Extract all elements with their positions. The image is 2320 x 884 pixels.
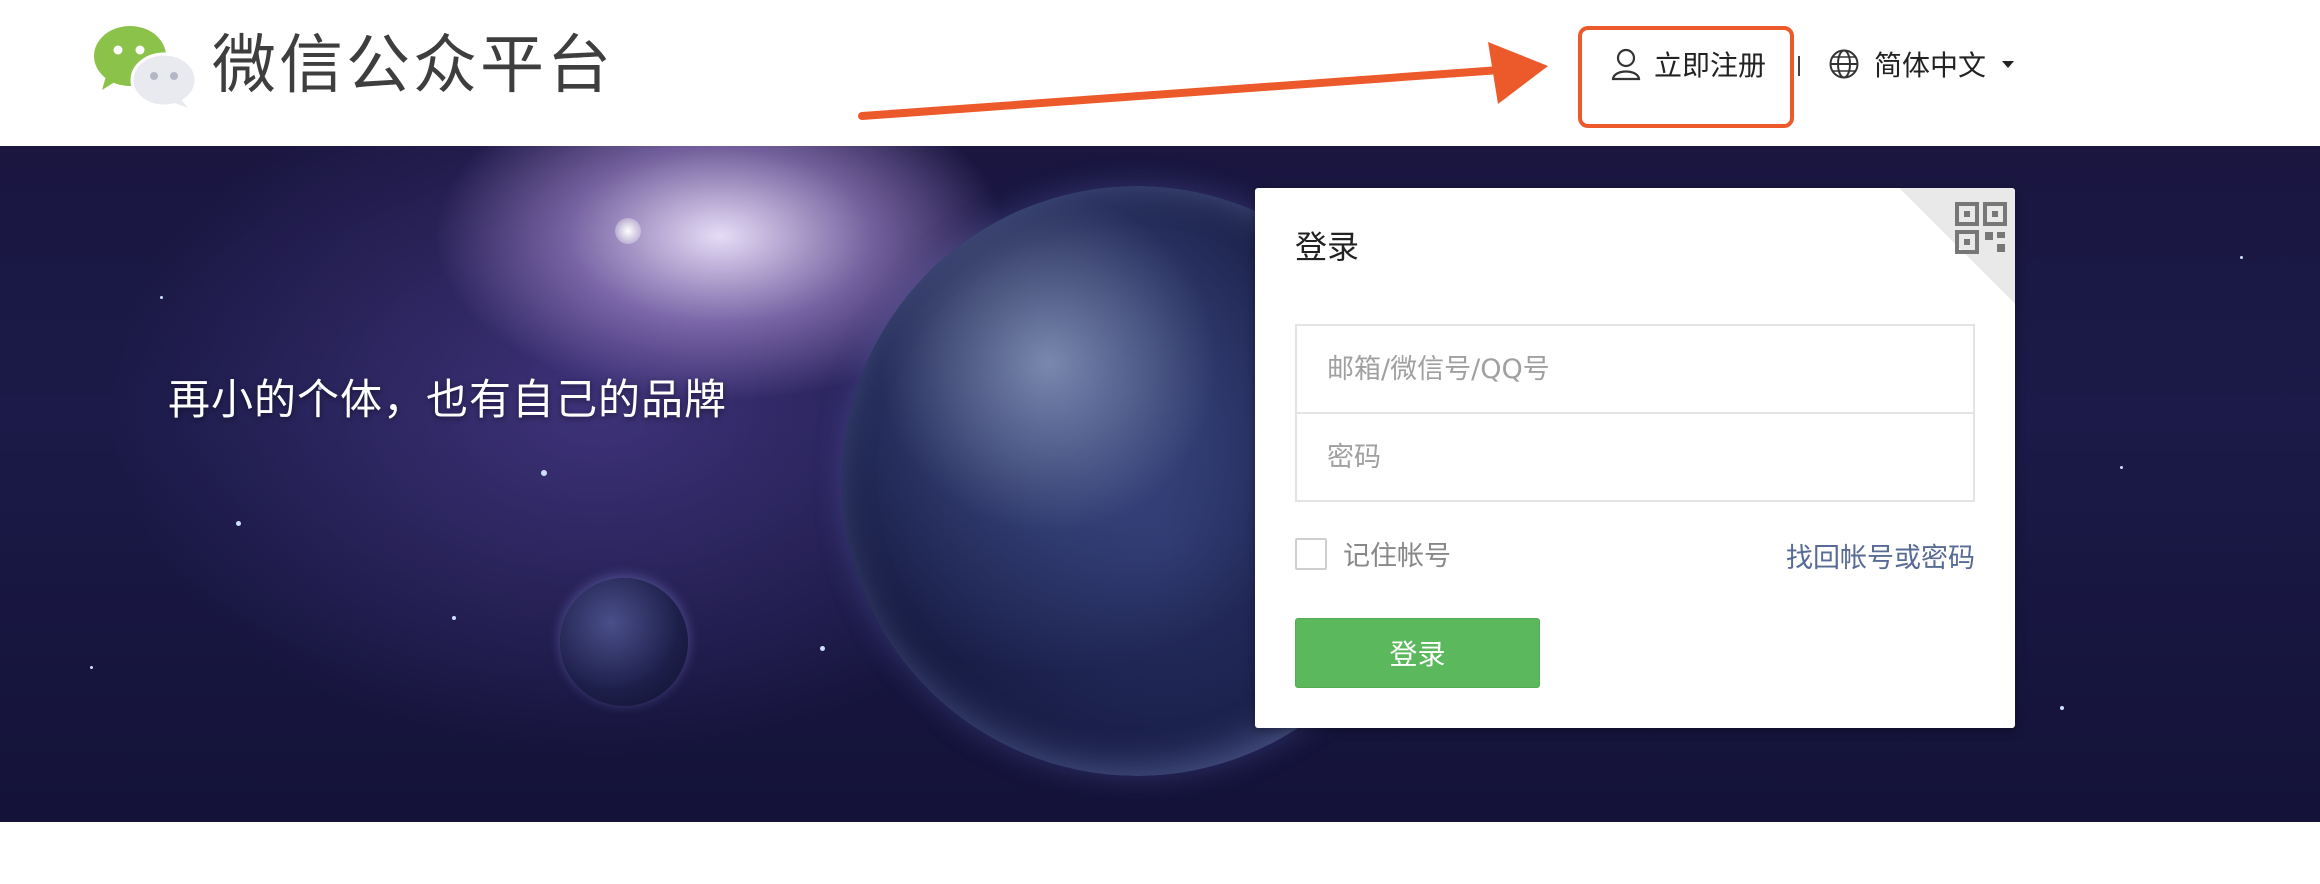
banner-slogan: 再小的个体，也有自己的品牌 (168, 375, 728, 424)
planet-small (560, 578, 688, 706)
remember-account-checkbox[interactable]: 记住帐号 (1295, 534, 1451, 573)
forgot-account-link[interactable]: 找回帐号或密码 (1786, 536, 1975, 575)
star (452, 616, 456, 620)
star (541, 470, 547, 476)
star (2060, 706, 2064, 710)
login-button[interactable]: 登录 (1295, 618, 1540, 688)
remember-label: 记住帐号 (1343, 541, 1451, 572)
star (615, 218, 641, 244)
star (236, 521, 241, 526)
qr-login-toggle[interactable] (1899, 188, 2015, 304)
star (2120, 466, 2123, 469)
star (820, 646, 825, 651)
account-input[interactable] (1295, 324, 1975, 414)
annotation-arrow (858, 42, 1548, 120)
qr-code-icon (1955, 202, 2007, 254)
star (160, 296, 163, 299)
checkbox-box[interactable] (1295, 537, 1327, 570)
login-title: 登录 (1295, 228, 1360, 266)
star (90, 666, 93, 669)
password-input[interactable] (1295, 412, 1975, 502)
star (2240, 256, 2243, 259)
login-panel: 登录 记住帐号 找回帐号或密码 登录 (1255, 188, 2015, 728)
